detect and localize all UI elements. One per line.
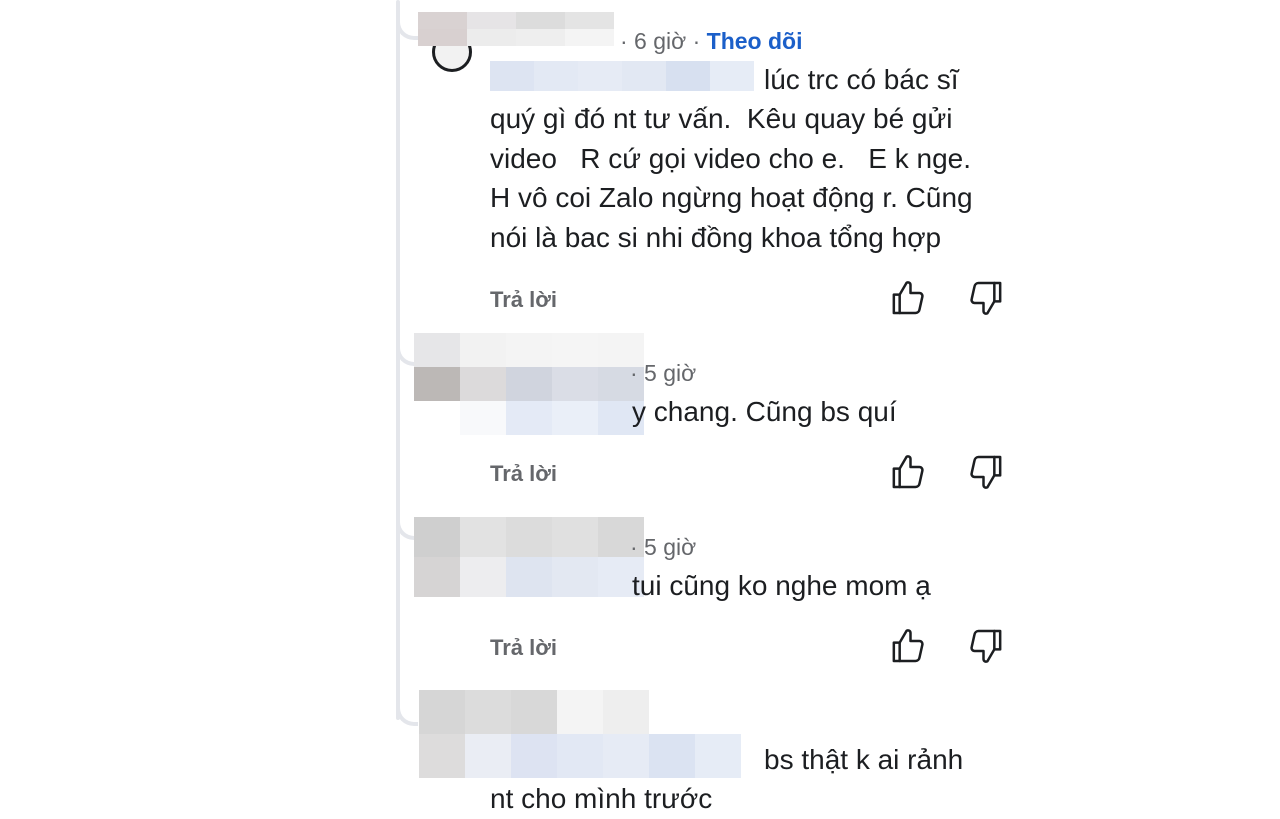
comment-text-line: tui cũng ko nghe mom ạ [632,570,931,601]
comment-time: · 5 giờ [630,360,697,386]
reply-button[interactable]: Trả lời [490,635,557,661]
comment-meta: · 6 giờ · Theo dõi [620,28,802,55]
redacted-mention [490,61,754,91]
redacted-author [419,690,741,778]
comment-text-line: nói là bac si nhi đồng khoa tổng hợp [490,222,942,253]
comment-text-line: lúc trc có bác sĩ [764,64,959,95]
thumbs-up-icon[interactable] [888,626,928,666]
thumbs-down-icon[interactable] [966,278,1006,318]
thumbs-up-icon[interactable] [888,452,928,492]
reply-button[interactable]: Trả lời [490,287,557,313]
comment-text-line: y chang. Cũng bs quí [632,396,897,427]
comment-text-line: nt cho mình trước [490,783,713,814]
comment-text-line: quý gì đó nt tư vấn. Kêu quay bé gửi [490,103,953,134]
comment-text-line: bs thật k ai rảnh [764,744,964,775]
comment-text-line: video R cứ gọi video cho e. E k nge. [490,143,972,174]
avatar[interactable] [432,46,472,72]
thread-connector [396,700,418,726]
redacted-author [414,517,644,597]
thumbs-down-icon[interactable] [966,626,1006,666]
follow-link[interactable]: Theo dõi [707,28,803,54]
thumbs-down-icon[interactable] [966,452,1006,492]
reply-button[interactable]: Trả lời [490,461,557,487]
thread-line [396,0,400,720]
redacted-author-name [418,12,614,46]
thumbs-up-icon[interactable] [888,278,928,318]
comment-text-line: H vô coi Zalo ngừng hoạt động r. Cũng [490,182,973,213]
comment-time: · 5 giờ [630,534,697,560]
redacted-author [414,333,644,435]
comment-time: · 6 giờ · [620,28,701,54]
